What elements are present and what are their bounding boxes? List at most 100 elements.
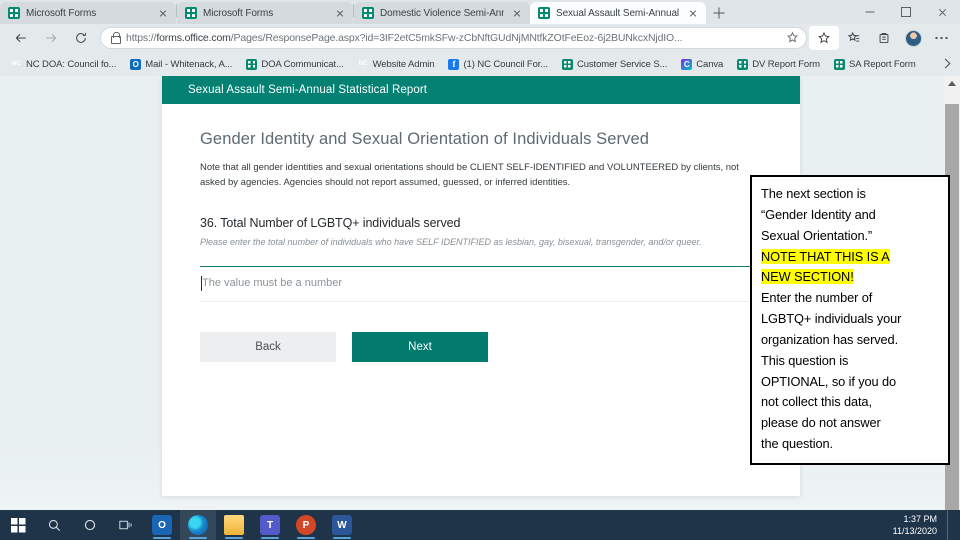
forms-icon xyxy=(362,7,374,19)
forms-icon xyxy=(538,7,550,19)
system-tray: 1:37 PM 11/13/2020 xyxy=(893,510,960,540)
callout-line-4: Enter the number of xyxy=(761,290,873,306)
refresh-icon[interactable] xyxy=(66,26,96,50)
question-number: 36. xyxy=(200,216,218,231)
bookmark-label: DOA Communicat... xyxy=(261,58,344,70)
callout-line-11: the question. xyxy=(761,436,833,452)
highlighted-text: NOTE THAT THIS IS A xyxy=(761,248,890,264)
tab-title: Microsoft Forms xyxy=(203,7,274,19)
question-title: 36. Total Number of LGBTQ+ individuals s… xyxy=(200,216,764,230)
show-desktop-button[interactable] xyxy=(947,510,952,540)
browser-tab-2[interactable]: Microsoft Forms xyxy=(177,2,353,24)
profile-avatar[interactable] xyxy=(905,29,922,47)
form-title: Sexual Assault Semi-Annual Statistical R… xyxy=(188,84,428,96)
file-explorer-taskbar-icon[interactable] xyxy=(216,510,252,540)
favorites-list-icon[interactable] xyxy=(839,26,869,50)
address-bar[interactable]: https://forms.office.com/Pages/ResponseP… xyxy=(100,27,807,49)
callout-line-6: organization has served. xyxy=(761,331,899,347)
cortana-icon[interactable] xyxy=(72,510,108,540)
close-icon[interactable] xyxy=(686,6,700,20)
bookmark-label: Canva xyxy=(696,58,724,70)
bookmark-label: DV Report Form xyxy=(752,58,820,70)
bookmarks-bar: NC NC DOA: Council fo... Mail - Whitenac… xyxy=(0,52,960,76)
nc-icon: NC xyxy=(12,60,21,67)
answer-input[interactable] xyxy=(200,266,764,301)
bookmark-label: Website Admin xyxy=(372,58,435,70)
canva-icon xyxy=(681,58,693,70)
forms-icon xyxy=(737,58,749,70)
outlook-icon xyxy=(130,58,142,70)
url-host: forms.office.com xyxy=(156,32,231,44)
collections-icon[interactable] xyxy=(869,26,899,50)
close-window-icon[interactable] xyxy=(924,0,960,24)
browser-chrome: Microsoft Forms Microsoft Forms Domestic… xyxy=(0,0,960,76)
section-title: Gender Identity and Sexual Orientation o… xyxy=(200,130,650,148)
question-text: Total Number of LGBTQ+ individuals serve… xyxy=(220,216,461,231)
edge-taskbar-icon[interactable] xyxy=(180,510,216,540)
address-url: https://forms.office.com/Pages/ResponseP… xyxy=(126,32,780,44)
bookmark-item[interactable]: NC Website Admin xyxy=(351,54,442,74)
outlook-taskbar-icon[interactable]: O xyxy=(144,510,180,540)
back-button[interactable]: Back xyxy=(200,331,336,362)
bookmarks-overflow-chevron[interactable] xyxy=(936,54,956,74)
bookmark-item[interactable]: (1) NC Council For... xyxy=(441,54,554,74)
maximize-icon[interactable] xyxy=(888,0,924,24)
url-scheme: https:// xyxy=(126,32,157,44)
annotation-callout: The next section is “Gender Identity and… xyxy=(750,175,950,465)
forms-icon xyxy=(185,7,197,19)
question-block: 36. Total Number of LGBTQ+ individuals s… xyxy=(200,216,764,362)
callout-line-7: This question is xyxy=(761,352,849,368)
tab-strip: Microsoft Forms Microsoft Forms Domestic… xyxy=(0,0,960,24)
callout-line-2: “Gender Identity and xyxy=(761,206,876,222)
bookmark-label: Mail - Whitenack, A... xyxy=(145,58,233,70)
bookmark-item[interactable]: DV Report Form xyxy=(730,54,827,74)
bookmark-label: (1) NC Council For... xyxy=(463,58,548,70)
task-view-icon[interactable] xyxy=(108,510,144,540)
bookmark-item[interactable]: DOA Communicat... xyxy=(239,54,350,74)
clock-time: 1:37 PM xyxy=(903,513,937,524)
forward-arrow-icon[interactable] xyxy=(36,26,66,50)
settings-more-icon[interactable] xyxy=(928,26,954,50)
bookmark-item[interactable]: Customer Service S... xyxy=(555,54,674,74)
bookmark-item[interactable]: Mail - Whitenack, A... xyxy=(123,54,239,74)
forms-icon xyxy=(833,58,845,70)
scroll-up-arrow-icon[interactable] xyxy=(948,81,956,86)
browser-tab-4-active[interactable]: Sexual Assault Semi-Annual Stati xyxy=(530,2,706,24)
close-icon[interactable] xyxy=(510,6,524,20)
callout-line-9: not collect this data, xyxy=(761,394,872,410)
browser-tab-3[interactable]: Domestic Violence Semi-Annual xyxy=(354,2,530,24)
taskbar-clock[interactable]: 1:37 PM 11/13/2020 xyxy=(893,513,937,537)
section-note: Note that all gender identities and sexu… xyxy=(200,162,739,188)
word-taskbar-icon[interactable]: W xyxy=(324,510,360,540)
favorite-star-icon[interactable] xyxy=(786,31,800,45)
highlighted-text: NEW SECTION! xyxy=(761,269,854,285)
powerpoint-taskbar-icon[interactable]: P xyxy=(288,510,324,540)
close-icon[interactable] xyxy=(333,6,347,20)
clock-date: 11/13/2020 xyxy=(892,526,937,536)
text-caret xyxy=(201,275,202,291)
windows-start-icon[interactable] xyxy=(0,510,36,540)
callout-highlight-2: NEW SECTION! xyxy=(761,267,939,288)
favorites-star-icon[interactable] xyxy=(809,26,839,50)
forms-icon xyxy=(8,7,20,19)
bookmark-item[interactable]: Canva xyxy=(674,54,730,74)
next-button[interactable]: Next xyxy=(352,331,488,362)
answer-area xyxy=(200,265,764,302)
new-tab-button[interactable] xyxy=(706,2,732,24)
lock-icon xyxy=(110,32,121,44)
browser-tab-1[interactable]: Microsoft Forms xyxy=(0,2,176,24)
callout-line-5: LGBTQ+ individuals your xyxy=(761,311,902,327)
bookmark-item[interactable]: NC NC DOA: Council fo... xyxy=(4,54,123,74)
teams-taskbar-icon[interactable]: T xyxy=(252,510,288,540)
search-icon[interactable] xyxy=(36,510,72,540)
tab-title: Sexual Assault Semi-Annual Stati xyxy=(556,7,680,19)
minimize-icon[interactable] xyxy=(852,0,888,24)
form-body: Gender Identity and Sexual Orientation o… xyxy=(162,104,800,362)
callout-line-1: The next section is xyxy=(761,186,866,201)
window-controls xyxy=(852,0,960,24)
bookmark-item[interactable]: SA Report Form xyxy=(827,54,923,74)
screen: Microsoft Forms Microsoft Forms Domestic… xyxy=(0,0,960,540)
close-icon[interactable] xyxy=(156,6,170,20)
back-arrow-icon[interactable] xyxy=(6,26,36,50)
url-path: /Pages/ResponsePage.aspx?id=3IF2etC5mkSF… xyxy=(230,32,683,44)
